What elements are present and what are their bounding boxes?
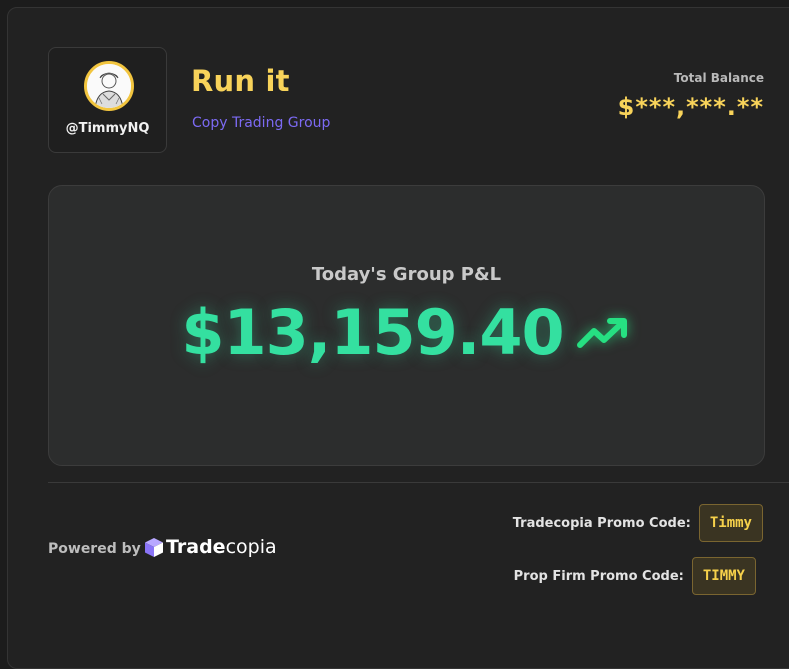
- promo-label: Tradecopia Promo Code:: [512, 515, 691, 531]
- pnl-label: Today's Group P&L: [311, 264, 502, 285]
- powered-by-label: Powered by: [48, 541, 141, 557]
- pnl-row: $13,159.40: [49, 296, 764, 369]
- promo-label: Prop Firm Promo Code:: [513, 568, 684, 584]
- cube-logo-icon: [145, 538, 163, 557]
- brand-name-bold: Trade: [166, 536, 226, 558]
- divider: [48, 482, 789, 483]
- profile-box: @TimmyNQ: [48, 47, 167, 153]
- profile-handle: @TimmyNQ: [65, 121, 150, 136]
- avatar: [84, 61, 134, 111]
- total-balance-label: Total Balance: [673, 71, 764, 85]
- trending-up-icon: [576, 317, 627, 348]
- pnl-panel: Today's Group P&L $13,159.40: [48, 185, 765, 466]
- group-subtitle[interactable]: Copy Trading Group: [192, 115, 330, 131]
- brand-name: Tradecopia: [166, 536, 277, 558]
- promo-row-prop-firm: Prop Firm Promo Code: TIMMY: [514, 557, 756, 595]
- promo-code-badge[interactable]: TIMMY: [691, 557, 756, 595]
- brand-name-light: copia: [225, 536, 277, 558]
- promo-code-badge[interactable]: Timmy: [698, 504, 763, 542]
- brand-logo[interactable]: Tradecopia: [143, 536, 277, 558]
- pnl-value: $13,159.40: [181, 296, 564, 369]
- avatar-sketch-icon: [87, 64, 131, 108]
- group-title: Run it: [191, 64, 290, 98]
- total-balance-value: $***,***.**: [617, 93, 764, 121]
- promo-row-tradecopia: Tradecopia Promo Code: Timmy: [513, 504, 763, 542]
